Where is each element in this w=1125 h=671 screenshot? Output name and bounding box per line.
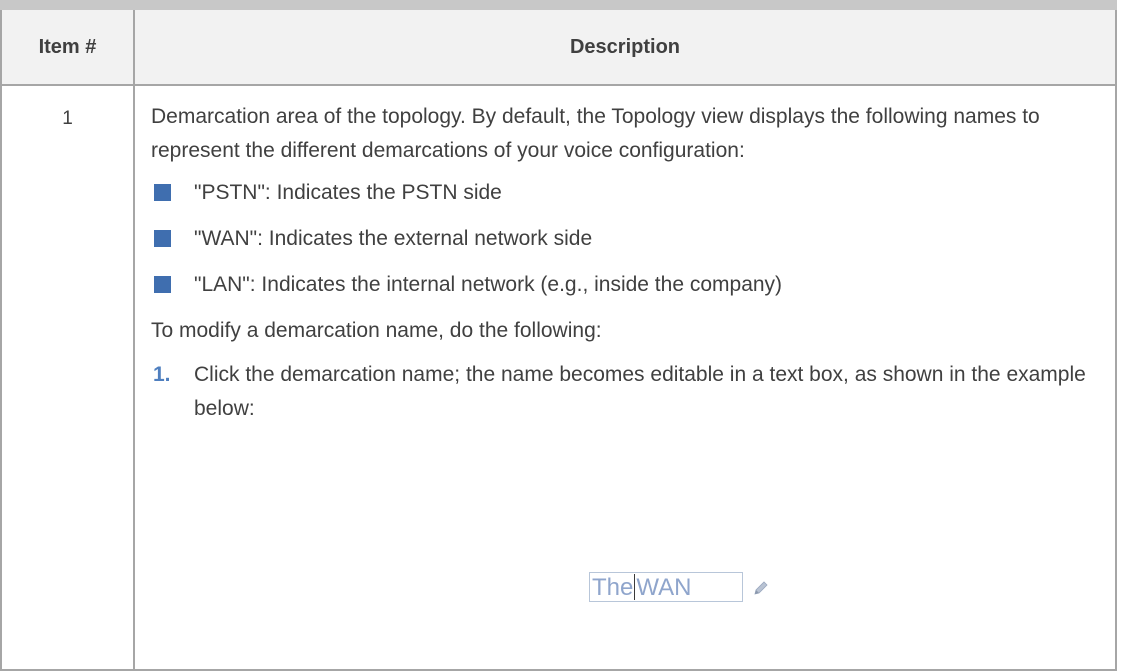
list-item-text: "PSTN": Indicates the PSTN side [194, 181, 502, 204]
demarcation-name-textbox: The WAN [589, 572, 743, 602]
list-item-text: "WAN": Indicates the external network si… [194, 227, 593, 250]
list-item-text: "LAN": Indicates the internal network (e… [194, 273, 783, 296]
table-header-row: Item # Description [0, 0, 1117, 86]
instruction-text: To modify a demarcation name, do the fol… [151, 319, 602, 342]
list-item: "PSTN": Indicates the PSTN side [151, 176, 1095, 210]
bullet-square-icon [154, 276, 171, 293]
demarcation-list: "PSTN": Indicates the PSTN side "WAN": I… [151, 176, 1095, 302]
column-header-description: Description [133, 0, 1117, 86]
example-text-after-caret: WAN [636, 574, 692, 601]
list-item: "LAN": Indicates the internal network (e… [151, 268, 1095, 302]
description-table: Item # Description 1 Demarcation area of… [0, 0, 1117, 671]
bullet-square-icon [154, 184, 171, 201]
description-intro: Demarcation area of the topology. By def… [151, 105, 1040, 162]
item-number-cell: 1 [0, 84, 135, 671]
steps-list: 1. Click the demarcation name; the name … [151, 358, 1095, 426]
column-header-item: Item # [0, 0, 135, 86]
pencil-icon [754, 581, 768, 595]
example-text-before-caret: The [592, 574, 634, 601]
step-number: 1. [153, 363, 171, 386]
step-item: 1. Click the demarcation name; the name … [151, 358, 1095, 426]
document-page: Item # Description 1 Demarcation area of… [0, 0, 1125, 671]
list-item: "WAN": Indicates the external network si… [151, 222, 1095, 256]
table-row: 1 Demarcation area of the topology. By d… [0, 84, 1117, 671]
step-text: Click the demarcation name; the name bec… [194, 363, 1086, 420]
example-edit-field: The WAN [589, 572, 779, 608]
bullet-square-icon [154, 230, 171, 247]
